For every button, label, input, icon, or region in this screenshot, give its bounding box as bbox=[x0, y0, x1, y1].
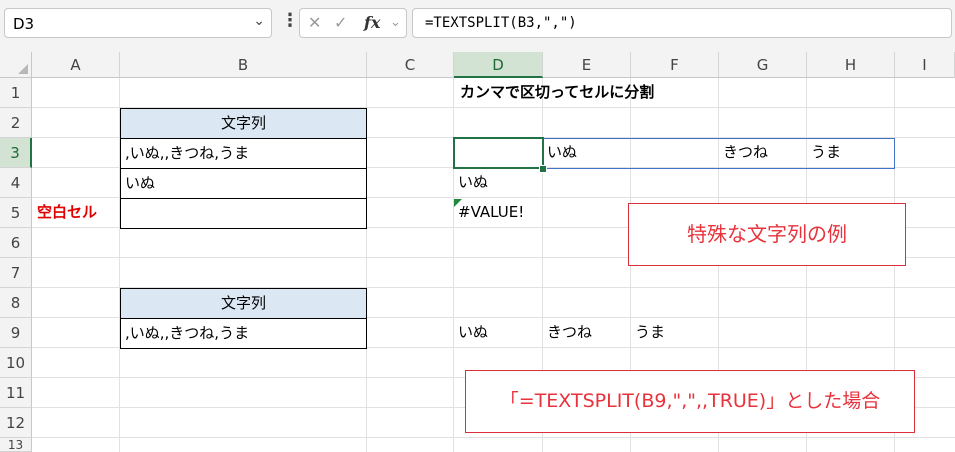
cell-b9[interactable]: ,いぬ,,きつね,うま bbox=[120, 318, 367, 349]
error-indicator-icon[interactable] bbox=[454, 199, 462, 207]
active-cell-d3[interactable] bbox=[453, 137, 544, 169]
row-header-10[interactable]: 10 bbox=[0, 348, 32, 378]
column-header-f[interactable]: F bbox=[631, 52, 719, 78]
column-header-a[interactable]: A bbox=[32, 52, 120, 78]
row-header-2[interactable]: 2 bbox=[0, 108, 32, 138]
cell-g3[interactable]: きつね bbox=[719, 138, 807, 168]
insert-function-icon[interactable]: fx bbox=[364, 13, 380, 32]
row-header-5[interactable]: 5 bbox=[0, 198, 32, 228]
column-header-d[interactable]: D bbox=[454, 52, 543, 78]
name-box-value: D3 bbox=[13, 15, 35, 33]
column-header-c[interactable]: C bbox=[367, 52, 454, 78]
cell-f9[interactable]: うま bbox=[631, 318, 719, 348]
formula-text: =TEXTSPLIT(B3,",") bbox=[425, 15, 577, 31]
cancel-icon[interactable]: ✕ bbox=[308, 13, 321, 32]
column-header-h[interactable]: H bbox=[807, 52, 895, 78]
cell-b4[interactable]: いぬ bbox=[120, 168, 367, 199]
formula-buttons: ✕ ✓ fx ⌄ bbox=[299, 8, 407, 38]
row-header-6[interactable]: 6 bbox=[0, 228, 32, 258]
callout-special-string: 特殊な文字列の例 bbox=[628, 203, 906, 266]
row-header-4[interactable]: 4 bbox=[0, 168, 32, 198]
more-options-icon[interactable]: ⋮ bbox=[281, 10, 299, 31]
row-header-3[interactable]: 3 bbox=[0, 138, 32, 168]
cell-b3[interactable]: ,いぬ,,きつね,うま bbox=[120, 138, 367, 169]
cell-b2[interactable]: 文字列 bbox=[120, 108, 367, 139]
column-header-b[interactable]: B bbox=[120, 52, 367, 78]
row-header-11[interactable]: 11 bbox=[0, 378, 32, 408]
chevron-down-icon[interactable]: ⌄ bbox=[390, 15, 401, 30]
chevron-down-icon[interactable]: ⌄ bbox=[253, 13, 265, 29]
cell-d5[interactable]: #VALUE! bbox=[454, 198, 543, 228]
column-header-g[interactable]: G bbox=[719, 52, 807, 78]
cell-d9[interactable]: いぬ bbox=[454, 318, 543, 348]
row-header-1[interactable]: 1 bbox=[0, 78, 32, 108]
row-header-13[interactable]: 13 bbox=[0, 438, 32, 452]
cell-e9[interactable]: きつね bbox=[543, 318, 631, 348]
cell-b8[interactable]: 文字列 bbox=[120, 288, 367, 319]
column-header-e[interactable]: E bbox=[543, 52, 631, 78]
formula-input[interactable]: =TEXTSPLIT(B3,",") bbox=[412, 8, 952, 38]
cell-a5[interactable]: 空白セル bbox=[33, 198, 120, 228]
formula-toolbar: D3 ⌄ ⋮ ✕ ✓ fx ⌄ =TEXTSPLIT(B3,",") bbox=[0, 0, 955, 52]
row-header-12[interactable]: 12 bbox=[0, 408, 32, 438]
cell-d1[interactable]: カンマで区切ってセルに分割 bbox=[456, 78, 756, 108]
cell-e3[interactable]: いぬ bbox=[543, 138, 631, 168]
confirm-icon[interactable]: ✓ bbox=[334, 13, 347, 32]
row-header-8[interactable]: 8 bbox=[0, 288, 32, 318]
cell-d4[interactable]: いぬ bbox=[454, 168, 543, 198]
row-header-9[interactable]: 9 bbox=[0, 318, 32, 348]
callout-ignore-empty: 「=TEXTSPLIT(B9,",",,TRUE)」とした場合 bbox=[465, 370, 915, 433]
select-all-button[interactable] bbox=[0, 52, 32, 78]
cell-b5[interactable] bbox=[120, 198, 367, 229]
column-header-i[interactable]: I bbox=[895, 52, 955, 78]
row-header-7[interactable]: 7 bbox=[0, 258, 32, 288]
name-box[interactable]: D3 ⌄ bbox=[4, 8, 272, 38]
cell-h3[interactable]: うま bbox=[807, 138, 895, 168]
